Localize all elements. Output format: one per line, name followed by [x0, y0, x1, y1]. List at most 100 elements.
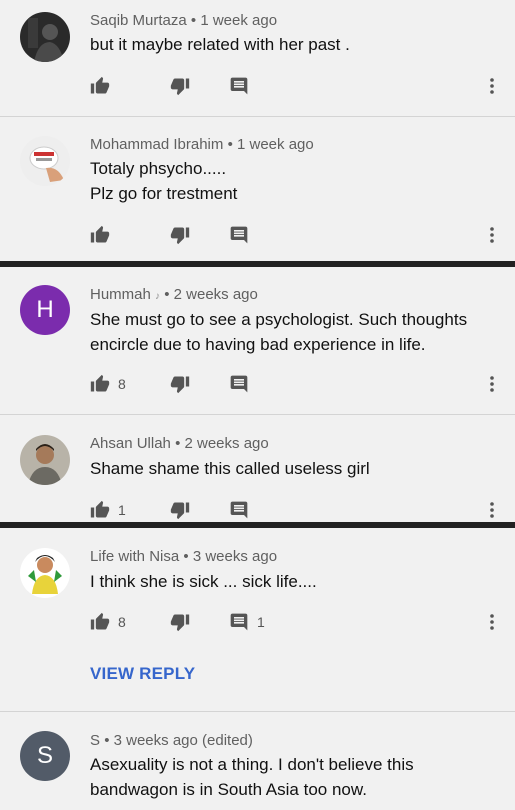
thumb-up-icon — [90, 76, 110, 96]
thumb-down-icon — [170, 374, 190, 394]
comment-time: 2 weeks ago — [184, 435, 269, 452]
avatar[interactable] — [20, 548, 70, 598]
author-name[interactable]: Mohammad Ibrahim — [90, 136, 223, 153]
comment-time: 1 week ago — [237, 136, 314, 153]
comment-line: bandwagon is in South Asia too now. — [90, 780, 367, 799]
comment-text: Shame shame this called useless girl — [90, 456, 490, 481]
comment-time: 3 weeks ago (edited) — [113, 732, 253, 749]
reply-button[interactable] — [229, 74, 249, 98]
meta-separator: • — [190, 12, 197, 29]
meta-separator: • — [175, 435, 181, 452]
avatar[interactable] — [20, 12, 70, 62]
reply-button[interactable]: 1 — [229, 610, 265, 634]
reply-count: 1 — [257, 614, 265, 630]
like-button[interactable] — [90, 223, 110, 247]
thumb-up-icon — [90, 612, 110, 632]
comment-line: Totaly phsycho..... — [90, 159, 227, 178]
like-count: 8 — [118, 376, 126, 392]
music-note-icon: ♪ — [155, 291, 161, 302]
comment-meta: Mohammad Ibrahim • 1 week ago — [90, 136, 314, 153]
like-count: 1 — [118, 502, 126, 518]
comment-item: Ahsan Ullah • 2 weeks ago Shame shame th… — [0, 415, 515, 522]
dislike-button[interactable] — [170, 372, 190, 396]
comment-line: I think she is sick ... sick life.... — [90, 572, 317, 591]
comment-actions: 8 — [90, 372, 490, 396]
comment-line: but it maybe related with her past . — [90, 35, 350, 54]
thumb-down-icon — [170, 76, 190, 96]
meta-separator: • — [227, 136, 233, 153]
comment-meta: Hummah ♪ • 2 weeks ago — [90, 286, 258, 303]
comment-line: encircle due to having bad experience in… — [90, 335, 426, 354]
more-options-button[interactable] — [480, 74, 504, 98]
comment-icon — [229, 612, 249, 632]
avatar-letter: H — [36, 296, 54, 323]
comment-time: 2 weeks ago — [173, 286, 258, 303]
comment-time: 3 weeks ago — [192, 548, 278, 565]
comment-icon — [229, 76, 249, 96]
avatar[interactable]: H — [20, 285, 70, 335]
more-vert-icon — [490, 376, 494, 392]
comment-meta: S • 3 weeks ago (edited) — [90, 732, 253, 749]
more-options-button[interactable] — [480, 372, 504, 396]
more-vert-icon — [490, 227, 494, 243]
reply-button[interactable] — [229, 498, 249, 522]
dislike-button[interactable] — [170, 498, 190, 522]
avatar[interactable]: S — [20, 731, 70, 781]
like-button[interactable] — [90, 74, 110, 98]
author-name[interactable]: Ahsan Ullah — [90, 435, 171, 452]
like-count: 8 — [118, 614, 126, 630]
comment-actions: 8 1 — [90, 610, 490, 634]
more-vert-icon — [490, 502, 494, 518]
like-button[interactable]: 8 — [90, 610, 126, 634]
comment-line: She must go to see a psychologist. Such … — [90, 310, 468, 329]
reply-button[interactable] — [229, 223, 249, 247]
comment-item: H Hummah ♪ • 2 weeks ago She must go to … — [0, 267, 515, 414]
comment-text: but it maybe related with her past . — [90, 32, 490, 57]
thumb-up-icon — [90, 500, 110, 520]
comment-item: S S • 3 weeks ago (edited) Asexuality is… — [0, 712, 515, 810]
comment-line: Plz go for trestment — [90, 184, 238, 203]
like-button[interactable]: 8 — [90, 372, 126, 396]
dislike-button[interactable] — [170, 223, 190, 247]
comment-text: I think she is sick ... sick life.... — [90, 569, 490, 594]
thumb-down-icon — [170, 500, 190, 520]
thumb-up-icon — [90, 374, 110, 394]
dislike-button[interactable] — [170, 610, 190, 634]
thumb-up-icon — [90, 225, 110, 245]
thumb-down-icon — [170, 225, 190, 245]
comment-text: She must go to see a psychologist. Such … — [90, 307, 490, 357]
comment-actions: 1 — [90, 498, 490, 522]
more-options-button[interactable] — [480, 223, 504, 247]
thumb-down-icon — [170, 612, 190, 632]
comment-line: Shame shame this called useless girl — [90, 459, 370, 478]
comment-icon — [229, 374, 249, 394]
author-name[interactable]: Life with Nisa — [90, 548, 179, 565]
author-name[interactable]: Hummah — [90, 286, 151, 303]
more-options-button[interactable] — [480, 498, 504, 522]
comment-line: Asexuality is not a thing. I don't belie… — [90, 755, 414, 774]
comment-time: 1 week ago — [200, 12, 278, 29]
like-button[interactable]: 1 — [90, 498, 126, 522]
comment-meta: Life with Nisa • 3 weeks ago — [90, 548, 277, 565]
avatar[interactable] — [20, 136, 70, 186]
comment-icon — [229, 500, 249, 520]
comment-meta: Saqib Murtaza • 1 week ago — [90, 12, 277, 29]
comment-item: Life with Nisa • 3 weeks ago I think she… — [0, 528, 515, 711]
more-options-button[interactable] — [480, 610, 504, 634]
comment-meta: Ahsan Ullah • 2 weeks ago — [90, 435, 269, 452]
dislike-button[interactable] — [170, 74, 190, 98]
meta-separator: • — [183, 548, 189, 565]
comment-text: Asexuality is not a thing. I don't belie… — [90, 752, 490, 802]
comment-actions — [90, 74, 490, 98]
author-name[interactable]: S — [90, 732, 100, 749]
comment-icon — [229, 225, 249, 245]
reply-button[interactable] — [229, 372, 249, 396]
avatar[interactable] — [20, 435, 70, 485]
avatar-letter: S — [36, 742, 53, 769]
comment-item: Mohammad Ibrahim • 1 week ago Totaly phs… — [0, 117, 515, 261]
more-vert-icon — [490, 78, 494, 94]
author-name[interactable]: Saqib Murtaza — [90, 12, 187, 29]
comment-item: Saqib Murtaza • 1 week ago but it maybe … — [0, 0, 515, 116]
more-vert-icon — [490, 614, 494, 630]
view-reply-button[interactable]: VIEW REPLY — [90, 664, 195, 684]
